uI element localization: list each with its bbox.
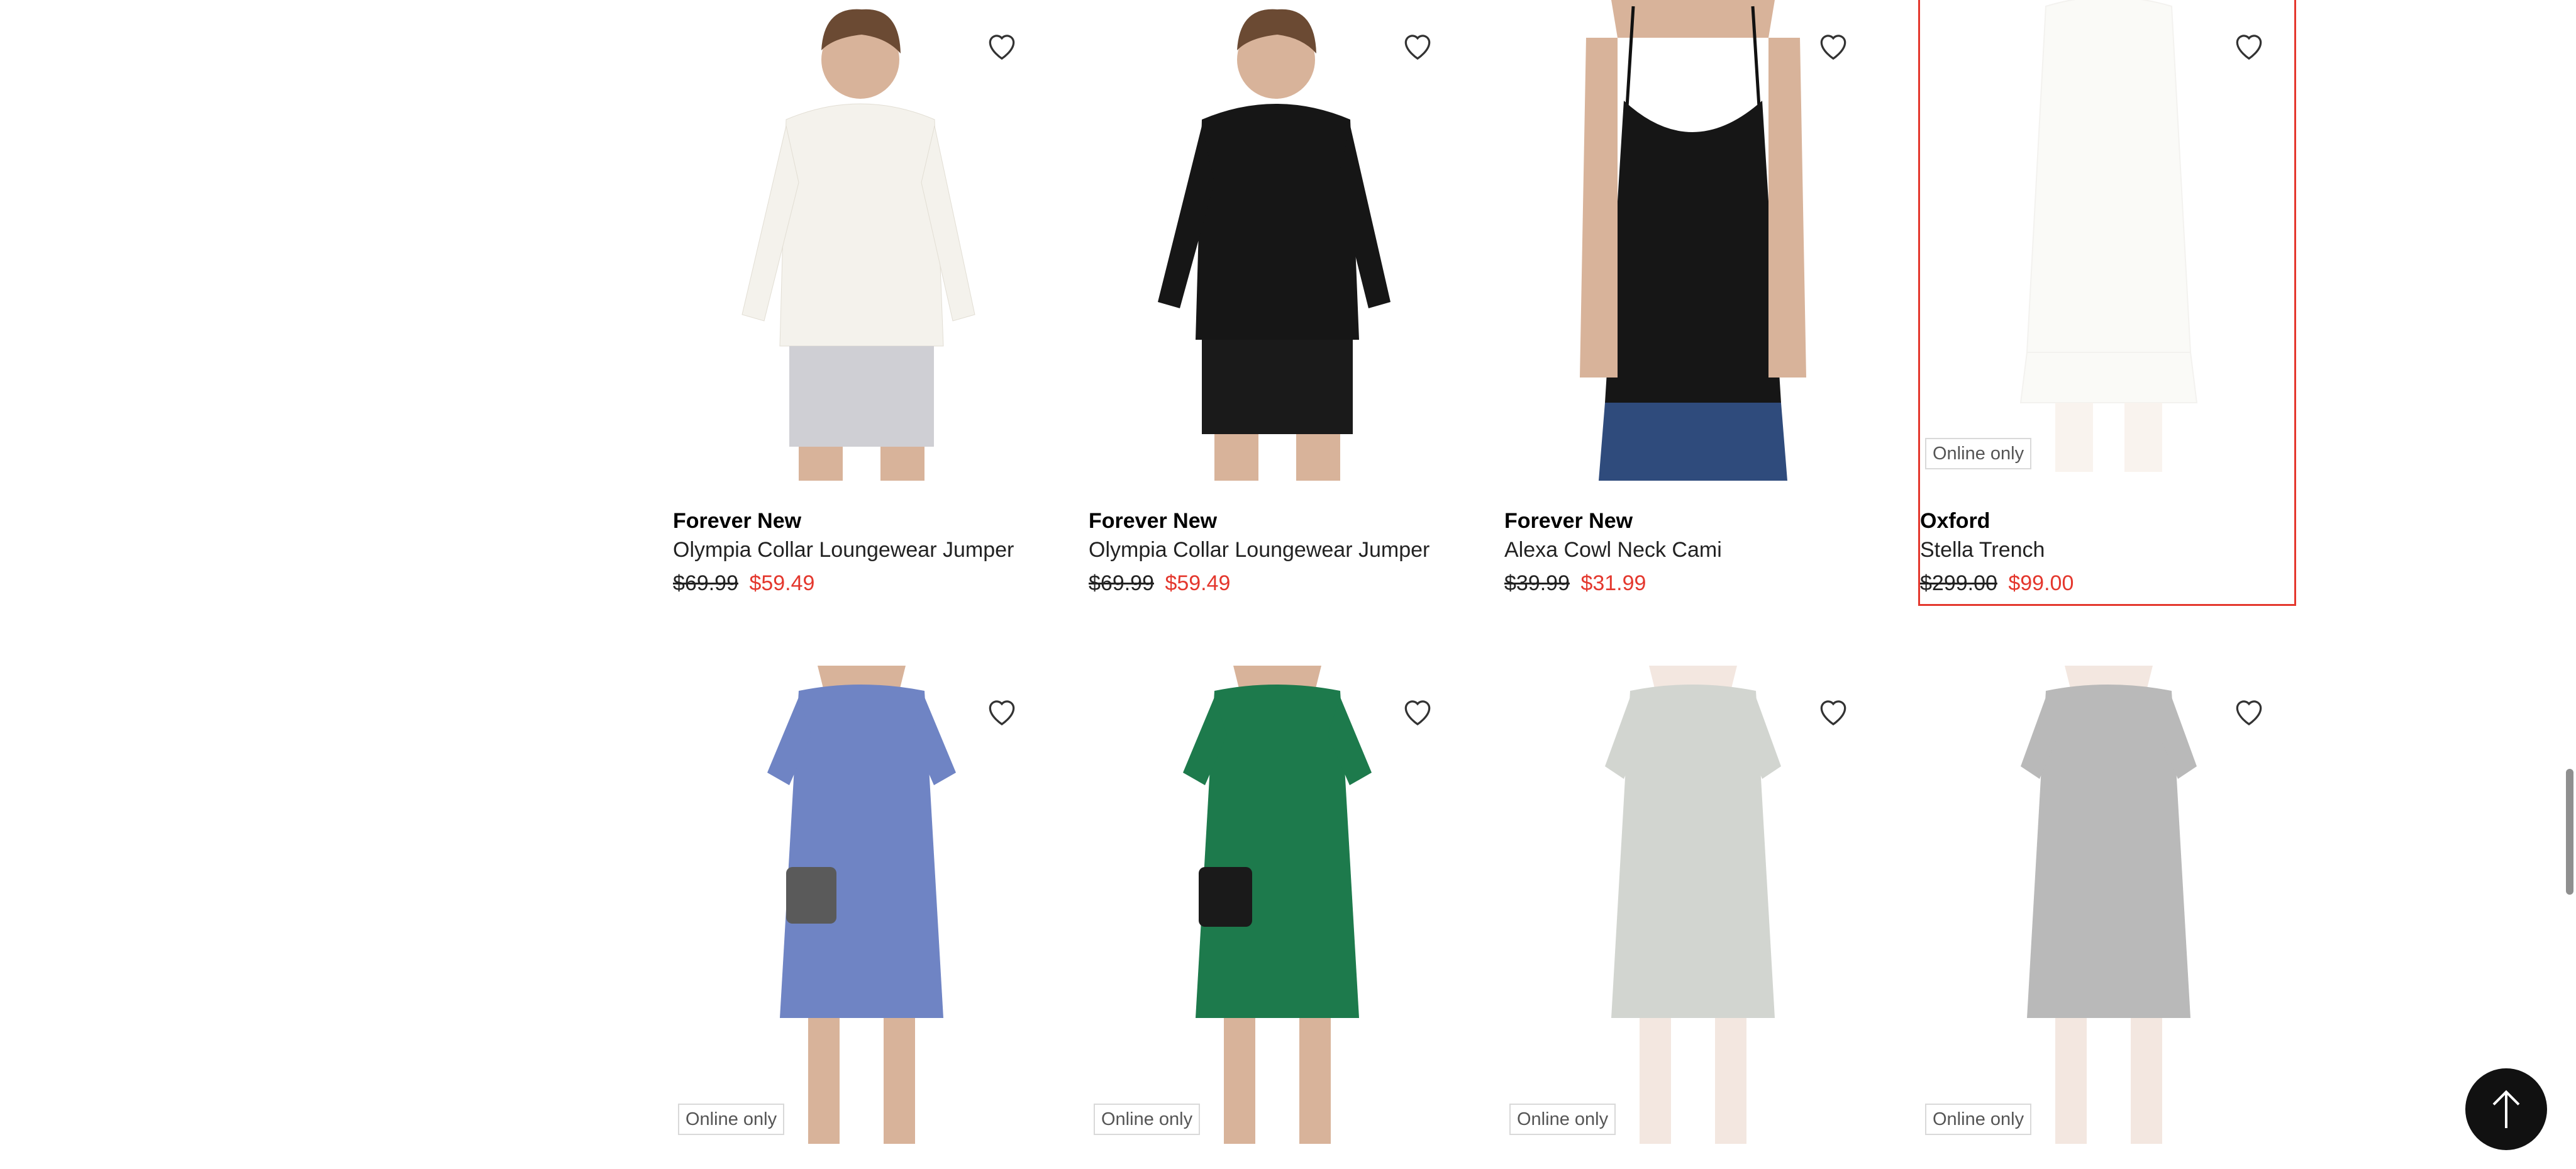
product-name[interactable]: Alexa Cowl Neck Cami <box>1504 535 1879 565</box>
product-price: $39.99 $31.99 <box>1504 565 1879 601</box>
product-card[interactable]: Online only <box>1089 666 1463 1146</box>
wishlist-button[interactable] <box>1394 687 1441 735</box>
product-card[interactable]: Online only <box>1920 666 2294 1146</box>
heart-outline-icon <box>989 35 1015 60</box>
sale-price: $59.49 <box>1165 571 1231 595</box>
model-photo <box>1580 0 1806 481</box>
wishlist-button[interactable] <box>978 21 1026 69</box>
wishlist-button[interactable] <box>1809 687 1857 735</box>
product-card[interactable]: Online only Oxford Stella Trench $299.00… <box>1918 0 2296 606</box>
heart-outline-icon <box>1820 35 1846 60</box>
page-scrollbar[interactable] <box>2563 0 2576 1169</box>
online-only-badge: Online only <box>1925 438 2032 469</box>
product-name[interactable]: Olympia Collar Loungewear Jumper <box>673 535 1047 565</box>
wishlist-button[interactable] <box>978 687 1026 735</box>
heart-outline-icon <box>1404 35 1431 60</box>
model-photo <box>767 666 956 1144</box>
online-only-badge: Online only <box>1094 1104 1201 1135</box>
original-price: $69.99 <box>1089 571 1154 595</box>
online-only-badge: Online only <box>678 1104 785 1135</box>
wishlist-button[interactable] <box>1394 21 1441 69</box>
product-brand[interactable]: Forever New <box>673 507 1047 535</box>
wishlist-button[interactable] <box>2225 687 2273 735</box>
sale-price: $59.49 <box>749 571 815 595</box>
sale-price: $99.00 <box>2008 571 2074 595</box>
heart-outline-icon <box>2236 35 2262 60</box>
online-only-badge: Online only <box>1925 1104 2032 1135</box>
product-brand[interactable]: Forever New <box>1089 507 1463 535</box>
product-card[interactable]: Forever New Olympia Collar Loungewear Ju… <box>1089 0 1463 601</box>
sale-price: $31.99 <box>1580 571 1646 595</box>
product-image[interactable] <box>1089 0 1463 481</box>
model-photo <box>1605 666 1781 1144</box>
wishlist-button[interactable] <box>1809 21 1857 69</box>
original-price: $39.99 <box>1504 571 1570 595</box>
model-photo <box>2019 0 2198 472</box>
product-card[interactable]: Forever New Alexa Cowl Neck Cami $39.99 … <box>1504 0 1879 601</box>
model-photo <box>1158 9 1391 481</box>
product-image[interactable]: Online only <box>673 666 1047 1146</box>
product-image[interactable]: Online only <box>1920 0 2294 481</box>
model-photo <box>741 9 975 481</box>
original-price: $299.00 <box>1920 571 1997 595</box>
product-image[interactable]: Online only <box>1089 666 1463 1146</box>
product-name[interactable]: Olympia Collar Loungewear Jumper <box>1089 535 1463 565</box>
heart-outline-icon <box>1404 700 1431 725</box>
arrow-up-icon <box>2492 1090 2520 1128</box>
model-photo <box>1183 666 1372 1144</box>
online-only-badge: Online only <box>1509 1104 1616 1135</box>
product-card[interactable]: Online only <box>673 666 1047 1146</box>
heart-outline-icon <box>989 700 1015 725</box>
product-card[interactable]: Online only <box>1504 666 1879 1146</box>
product-card[interactable]: Forever New Olympia Collar Loungewear Ju… <box>673 0 1047 601</box>
product-image[interactable]: Online only <box>1920 666 2294 1146</box>
scrollbar-thumb[interactable] <box>2566 769 2573 895</box>
wishlist-button[interactable] <box>2225 21 2273 69</box>
product-image[interactable]: Online only <box>1504 666 1879 1146</box>
product-price: $69.99 $59.49 <box>1089 565 1463 601</box>
heart-outline-icon <box>2236 700 2262 725</box>
model-photo <box>2021 666 2197 1144</box>
product-price: $299.00 $99.00 <box>1920 565 2294 601</box>
product-price: $69.99 $59.49 <box>673 565 1047 601</box>
back-to-top-button[interactable] <box>2465 1068 2547 1150</box>
product-name[interactable]: Stella Trench <box>1920 535 2294 565</box>
product-brand[interactable]: Forever New <box>1504 507 1879 535</box>
product-brand[interactable]: Oxford <box>1920 507 2294 535</box>
product-image[interactable] <box>673 0 1047 481</box>
original-price: $69.99 <box>673 571 738 595</box>
product-image[interactable] <box>1504 0 1879 481</box>
heart-outline-icon <box>1820 700 1846 725</box>
